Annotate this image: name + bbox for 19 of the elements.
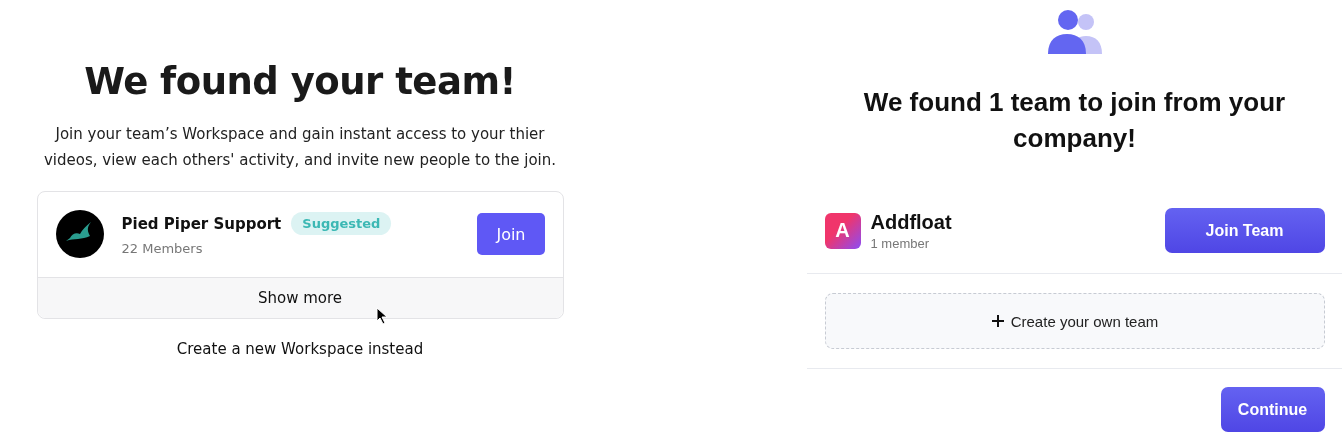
suggested-badge: Suggested <box>291 212 392 235</box>
continue-button[interactable]: Continue <box>1220 387 1325 432</box>
member-count: 1 member <box>870 235 931 251</box>
cursor-icon <box>375 307 388 325</box>
team-avatar: A <box>824 212 861 249</box>
join-team-button[interactable]: Join Team <box>1164 208 1325 253</box>
plus-icon <box>990 314 1005 328</box>
member-count: 22 Members <box>121 241 204 256</box>
page-title: We found 1 team to join from your company! <box>862 86 1287 155</box>
show-more-button[interactable]: Show more <box>37 277 563 318</box>
users-icon <box>1047 10 1102 54</box>
workspace-name: Pied Piper Support <box>121 214 282 233</box>
page-title: We found your team! <box>84 60 516 103</box>
team-name: Addfloat <box>870 210 953 234</box>
create-workspace-link[interactable]: Create a new Workspace instead <box>170 339 430 359</box>
create-team-button[interactable]: Create your own team <box>824 293 1325 349</box>
join-button[interactable]: Join <box>477 213 545 255</box>
workspace-logo-icon <box>55 210 104 258</box>
description: Join your team’s Workspace and gain instant access to your thier videos, view each others' activity, and invite new people to the join. <box>42 124 557 171</box>
